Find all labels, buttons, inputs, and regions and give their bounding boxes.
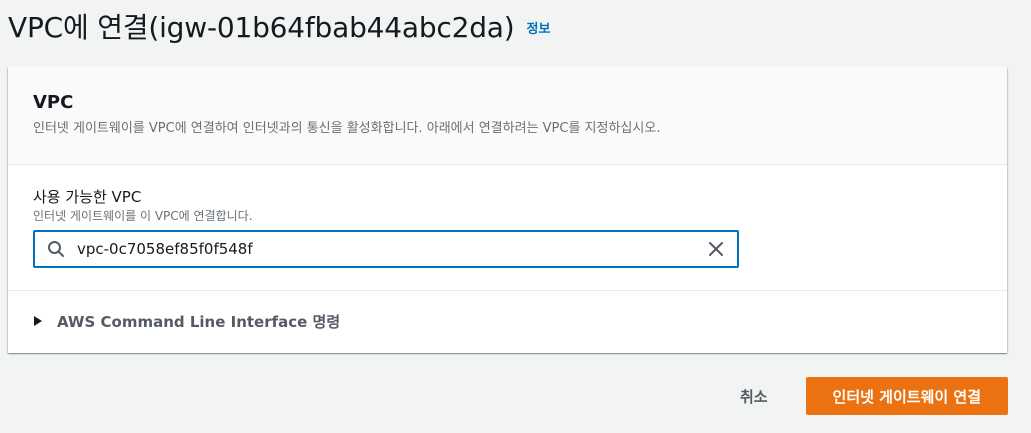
cli-command-expander[interactable]: AWS Command Line Interface 명령 <box>8 291 1007 351</box>
clear-icon[interactable] <box>705 238 727 260</box>
form-actions: 취소 인터넷 게이트웨이 연결 <box>728 377 1008 415</box>
vpc-search-value[interactable]: vpc-0c7058ef85f0f548f <box>77 240 705 258</box>
vpc-search-input[interactable]: vpc-0c7058ef85f0f548f <box>33 230 739 268</box>
search-icon <box>47 239 67 259</box>
available-vpc-field: 사용 가능한 VPC 인터넷 게이트웨이를 이 VPC에 연결합니다. vpc-… <box>8 165 1007 291</box>
field-label: 사용 가능한 VPC <box>33 188 142 206</box>
card-header: VPC 인터넷 게이트웨이를 VPC에 연결하여 인터넷과의 통신을 활성화합니… <box>8 67 1007 165</box>
caret-right-icon <box>33 315 45 327</box>
attach-internet-gateway-button[interactable]: 인터넷 게이트웨이 연결 <box>805 377 1008 415</box>
info-link[interactable]: 정보 <box>526 18 550 37</box>
cli-command-label: AWS Command Line Interface 명령 <box>57 312 341 331</box>
cancel-button[interactable]: 취소 <box>728 380 780 413</box>
card-title: VPC <box>33 92 74 113</box>
page-header: VPC에 연결(igw-01b64fbab44abc2da) 정보 <box>8 6 550 46</box>
vpc-card: VPC 인터넷 게이트웨이를 VPC에 연결하여 인터넷과의 통신을 활성화합니… <box>8 67 1007 353</box>
page-title: VPC에 연결(igw-01b64fbab44abc2da) <box>8 11 515 44</box>
field-hint: 인터넷 게이트웨이를 이 VPC에 연결합니다. <box>33 209 253 223</box>
card-description: 인터넷 게이트웨이를 VPC에 연결하여 인터넷과의 통신을 활성화합니다. 아… <box>33 121 661 136</box>
